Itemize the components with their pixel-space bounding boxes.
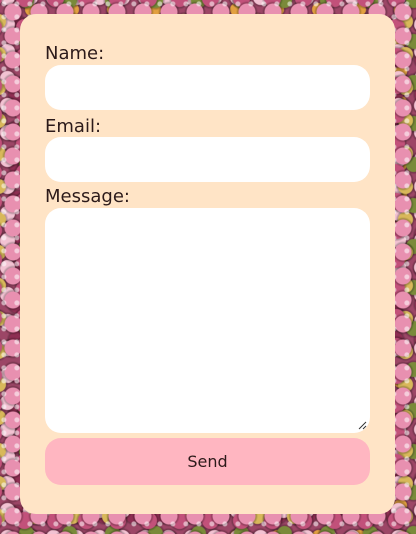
resize-grip-icon[interactable] [358,421,367,430]
email-input[interactable] [45,137,370,182]
send-button[interactable]: Send [45,438,370,485]
name-label: Name: [45,43,105,64]
message-label: Message: [45,186,130,207]
message-field-wrapper [45,208,370,433]
message-textarea[interactable] [45,208,370,433]
contact-form: Name: Email: Message: Send [20,14,395,514]
name-input[interactable] [45,65,370,110]
email-label: Email: [45,116,102,137]
